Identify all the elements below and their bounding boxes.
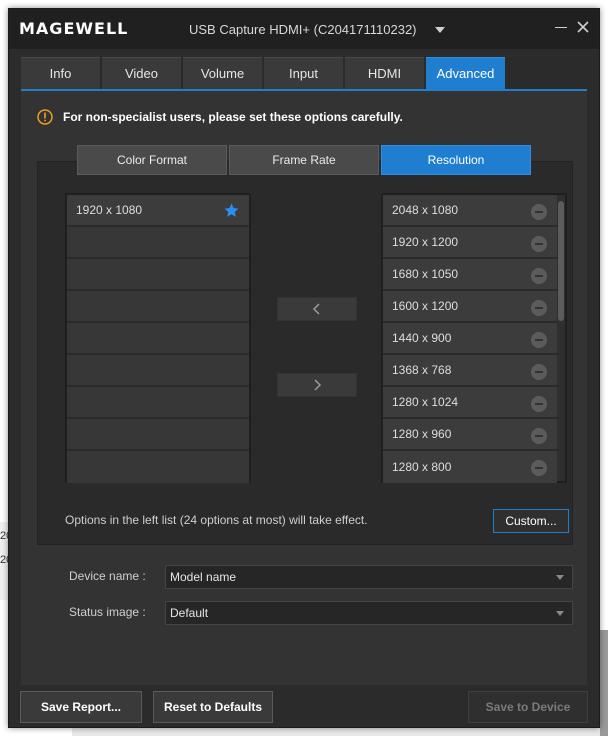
custom-button[interactable]: Custom... xyxy=(493,509,569,533)
tab-hdmi[interactable]: HDMI xyxy=(345,57,424,89)
chevron-left-icon xyxy=(312,303,320,315)
minus-circle-icon[interactable] xyxy=(531,268,547,284)
list-item[interactable]: 2048 x 1080 xyxy=(383,195,557,227)
list-item-label: 1280 x 800 xyxy=(392,460,452,474)
minimize-icon xyxy=(555,26,567,28)
save-report-button[interactable]: Save Report... xyxy=(20,691,142,723)
status-image-dropdown[interactable]: Default xyxy=(165,601,573,625)
chevron-right-icon xyxy=(314,379,322,391)
tab-info[interactable]: Info xyxy=(21,57,100,89)
list-item[interactable]: 1680 x 1050 xyxy=(383,259,557,291)
list-hint-text: Options in the left list (24 options at … xyxy=(65,513,368,527)
minus-circle-icon[interactable] xyxy=(531,204,547,220)
minus-circle-icon[interactable] xyxy=(531,364,547,380)
list-item-label: 1280 x 960 xyxy=(392,427,452,441)
list-item[interactable] xyxy=(67,387,249,419)
list-item-label: 1920 x 1080 xyxy=(76,203,143,217)
list-item[interactable]: 1280 x 800 xyxy=(383,451,557,483)
list-item[interactable] xyxy=(67,259,249,291)
list-item[interactable]: 1280 x 960 xyxy=(383,419,557,451)
device-name-dropdown[interactable]: Model name xyxy=(165,565,573,589)
available-rows: 2048 x 1080 1920 x 1200 1680 x 1050 1600… xyxy=(383,195,557,483)
list-item-label: 1280 x 1024 xyxy=(392,395,459,409)
list-item-label: 1440 x 900 xyxy=(392,331,452,345)
list-item-label: 1600 x 1200 xyxy=(392,299,459,313)
list-item-label: 1680 x 1050 xyxy=(392,267,459,281)
list-item[interactable]: 1600 x 1200 xyxy=(383,291,557,323)
tab-volume[interactable]: Volume xyxy=(183,57,262,89)
move-right-button[interactable] xyxy=(277,373,357,397)
subtab-color-format[interactable]: Color Format xyxy=(77,145,227,175)
device-name-label: USB Capture HDMI+ (C204171110232) xyxy=(189,21,417,37)
list-item-label: 1368 x 768 xyxy=(392,363,452,377)
list-item[interactable] xyxy=(67,227,249,259)
minus-circle-icon[interactable] xyxy=(531,460,547,476)
chevron-down-icon xyxy=(556,611,564,616)
active-resolutions-list[interactable]: 1920 x 1080 xyxy=(65,193,251,483)
subtab-bar: Color Format Frame Rate Resolution xyxy=(77,145,531,175)
list-item[interactable] xyxy=(67,355,249,387)
tab-input[interactable]: Input xyxy=(264,57,343,89)
magewell-logo: MAGEWELL xyxy=(19,19,129,38)
warning-banner: For non-specialist users, please set the… xyxy=(37,109,403,125)
close-button[interactable] xyxy=(571,15,595,39)
list-item[interactable] xyxy=(67,323,249,355)
tab-bar: Info Video Volume Input HDMI Advanced xyxy=(21,57,505,89)
move-left-button[interactable] xyxy=(277,297,357,321)
device-name-value: Model name xyxy=(170,570,237,584)
warning-icon xyxy=(37,109,53,125)
status-image-value: Default xyxy=(170,606,209,620)
minus-circle-icon[interactable] xyxy=(531,300,547,316)
list-item[interactable]: 1368 x 768 xyxy=(383,355,557,387)
title-bar: MAGEWELL USB Capture HDMI+ (C20417111023… xyxy=(9,9,599,49)
list-item[interactable] xyxy=(67,291,249,323)
chevron-down-icon xyxy=(434,26,445,33)
background-window-fragment xyxy=(600,630,608,736)
list-item[interactable] xyxy=(67,451,249,483)
status-image-label: Status image : xyxy=(69,605,146,619)
list-scrollbar[interactable] xyxy=(557,195,565,481)
minus-circle-icon[interactable] xyxy=(531,236,547,252)
device-selector[interactable]: USB Capture HDMI+ (C204171110232) xyxy=(189,19,445,39)
list-item[interactable]: 1920 x 1200 xyxy=(383,227,557,259)
star-icon[interactable] xyxy=(223,202,240,219)
list-item-label: 2048 x 1080 xyxy=(392,203,459,217)
device-name-label: Device name : xyxy=(69,569,146,583)
minus-circle-icon[interactable] xyxy=(531,332,547,348)
settings-window: MAGEWELL USB Capture HDMI+ (C20417111023… xyxy=(8,8,600,728)
save-to-device-button[interactable]: Save to Device xyxy=(468,691,588,723)
minus-circle-icon[interactable] xyxy=(531,428,547,444)
scrollbar-thumb[interactable] xyxy=(558,201,564,321)
list-item[interactable]: 1920 x 1080 xyxy=(67,195,249,227)
minimize-button[interactable] xyxy=(549,15,573,39)
subtab-resolution[interactable]: Resolution xyxy=(381,145,531,175)
list-item[interactable]: 1280 x 1024 xyxy=(383,387,557,419)
list-item[interactable] xyxy=(67,419,249,451)
available-resolutions-list[interactable]: 2048 x 1080 1920 x 1200 1680 x 1050 1600… xyxy=(381,193,567,483)
minus-circle-icon[interactable] xyxy=(531,396,547,412)
list-item[interactable]: 1440 x 900 xyxy=(383,323,557,355)
list-item-label: 1920 x 1200 xyxy=(392,235,459,249)
tab-video[interactable]: Video xyxy=(102,57,181,89)
warning-text: For non-specialist users, please set the… xyxy=(63,110,403,124)
tab-advanced[interactable]: Advanced xyxy=(426,57,505,89)
reset-defaults-button[interactable]: Reset to Defaults xyxy=(153,691,273,723)
chevron-down-icon xyxy=(556,575,564,580)
advanced-content: For non-specialist users, please set the… xyxy=(21,91,587,685)
close-icon xyxy=(577,21,589,33)
subtab-frame-rate[interactable]: Frame Rate xyxy=(229,145,379,175)
